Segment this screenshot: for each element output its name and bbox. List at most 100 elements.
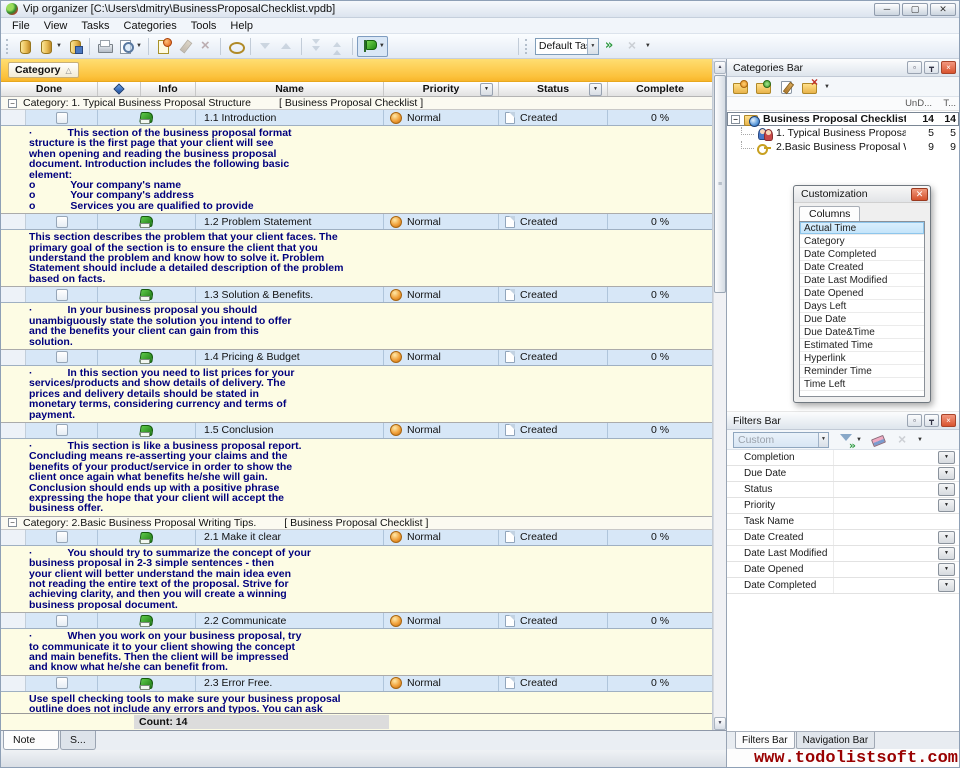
customization-title-bar[interactable]: Customization ✕ [794,186,930,203]
column-option[interactable]: Reminder Time [800,365,924,378]
toggle-complete-button[interactable]: ▼ [357,36,388,57]
task-name[interactable]: 1.2 Problem Statement [196,214,384,229]
filter-row[interactable]: Priority▼ [727,498,959,514]
done-cell[interactable] [26,287,98,302]
task-complete[interactable]: 0 % [608,613,712,628]
done-checkbox[interactable] [56,351,68,363]
restore-panel-icon[interactable]: ▫ [907,61,922,74]
done-cell[interactable] [26,350,98,365]
menu-file[interactable]: File [5,19,37,33]
menu-view[interactable]: View [37,19,75,33]
category-group-button[interactable]: Category △ [8,62,79,78]
filter-dropdown-icon[interactable]: ▼ [938,451,955,464]
print-preview-button[interactable]: ▼ [115,36,144,57]
task-note[interactable]: Use spell checking tools to make sure yo… [1,692,712,713]
info-cell[interactable] [98,530,196,545]
task-note[interactable]: · In your business proposal you should u… [1,303,712,350]
filter-dropdown-icon[interactable]: ▼ [938,547,955,560]
done-checkbox[interactable] [56,424,68,436]
task-status[interactable]: Created [499,676,608,691]
column-option[interactable]: Category [800,235,924,248]
status-filter-dropdown-icon[interactable]: ▼ [589,83,602,96]
task-priority[interactable]: Normal [384,530,499,545]
task-name[interactable]: 1.3 Solution & Benefits. [196,287,384,302]
task-row[interactable]: 1.1 IntroductionNormalCreated0 % [1,110,712,126]
column-header-flag[interactable] [98,82,141,96]
filter-row[interactable]: Completion▼ [727,450,959,466]
filter-preset-combobox[interactable]: Custom ▼ [733,432,829,448]
task-note[interactable]: · In this section you need to list price… [1,366,712,423]
column-option[interactable]: Date Created [800,261,924,274]
column-option[interactable]: Actual Time [800,222,924,235]
task-status[interactable]: Created [499,287,608,302]
task-priority[interactable]: Normal [384,350,499,365]
collapse-icon[interactable]: − [8,518,17,527]
task-status[interactable]: Created [499,613,608,628]
column-option[interactable]: Date Opened [800,287,924,300]
filters-bar-header[interactable]: Filters Bar ▫ ┳ × [727,412,959,430]
combobox-spinner-icon[interactable]: ▼ [818,433,828,447]
filter-dropdown-icon[interactable]: ▼ [938,531,955,544]
task-status[interactable]: Created [499,423,608,438]
column-header-info[interactable]: Info [141,82,196,96]
toolbar-overflow-icon[interactable]: ▼ [645,43,651,49]
close-icon[interactable]: ✕ [911,188,928,201]
delete-category-button[interactable] [799,76,819,97]
done-checkbox[interactable] [56,289,68,301]
menu-categories[interactable]: Categories [117,19,184,33]
pin-panel-icon[interactable]: ┳ [924,61,939,74]
column-option[interactable]: Date Completed [800,248,924,261]
task-row[interactable]: 1.5 ConclusionNormalCreated0 % [1,423,712,439]
category-group-row[interactable]: −Category: 2.Basic Business Proposal Wri… [1,517,712,530]
view-notes-button[interactable] [225,36,246,57]
new-category-button[interactable] [730,76,750,97]
done-checkbox[interactable] [56,216,68,228]
new-subcategory-button[interactable] [753,76,773,97]
task-priority[interactable]: Normal [384,110,499,125]
info-cell[interactable] [98,423,196,438]
task-note[interactable]: · This section of the business proposal … [1,126,712,214]
column-header-priority[interactable]: Priority ▼ [384,82,499,96]
category-tree-item[interactable]: 1. Typical Business Proposal S55 [727,126,959,140]
task-status[interactable]: Created [499,350,608,365]
info-cell[interactable] [98,613,196,628]
category-tree-item[interactable]: −Business Proposal Checklist1414 [727,112,959,126]
scroll-up-icon[interactable]: ▲ [714,61,726,74]
done-checkbox[interactable] [56,615,68,627]
close-panel-icon[interactable]: × [941,414,956,427]
task-row[interactable]: 1.2 Problem StatementNormalCreated0 % [1,214,712,230]
done-cell[interactable] [26,530,98,545]
close-panel-icon[interactable]: × [941,61,956,74]
task-priority[interactable]: Normal [384,676,499,691]
panel-tab-navigation-bar[interactable]: Navigation Bar [796,732,876,749]
task-priority[interactable]: Normal [384,214,499,229]
filter-dropdown-icon[interactable]: ▼ [938,579,955,592]
filter-row[interactable]: Date Completed▼ [727,578,959,594]
column-header-status[interactable]: Status ▼ [499,82,608,96]
task-complete[interactable]: 0 % [608,350,712,365]
filter-dropdown-icon[interactable]: ▼ [938,563,955,576]
filter-row[interactable]: Task Name [727,514,959,530]
toolbar-grip[interactable] [525,39,529,54]
menu-help[interactable]: Help [223,19,260,33]
task-name[interactable]: 1.1 Introduction [196,110,384,125]
tab-columns[interactable]: Columns [799,206,860,221]
add-task-button[interactable] [153,36,174,57]
done-checkbox[interactable] [56,531,68,543]
task-status[interactable]: Created [499,530,608,545]
task-complete[interactable]: 0 % [608,214,712,229]
apply-filter-button[interactable]: ▼ [836,429,864,450]
task-priority[interactable]: Normal [384,423,499,438]
print-button[interactable] [94,36,115,57]
save-database-button[interactable] [64,36,85,57]
info-cell[interactable] [98,214,196,229]
done-checkbox[interactable] [56,677,68,689]
scrollbar-track[interactable]: ≡ [714,74,726,717]
task-complete[interactable]: 0 % [608,423,712,438]
task-name[interactable]: 2.3 Error Free. [196,676,384,691]
column-option[interactable]: Due Date&Time [800,326,924,339]
task-name[interactable]: 1.5 Conclusion [196,423,384,438]
edit-category-button[interactable] [776,76,796,97]
combobox-dropdown-icon[interactable]: ▼ [587,39,598,54]
filter-dropdown-icon[interactable]: ▼ [938,467,955,480]
